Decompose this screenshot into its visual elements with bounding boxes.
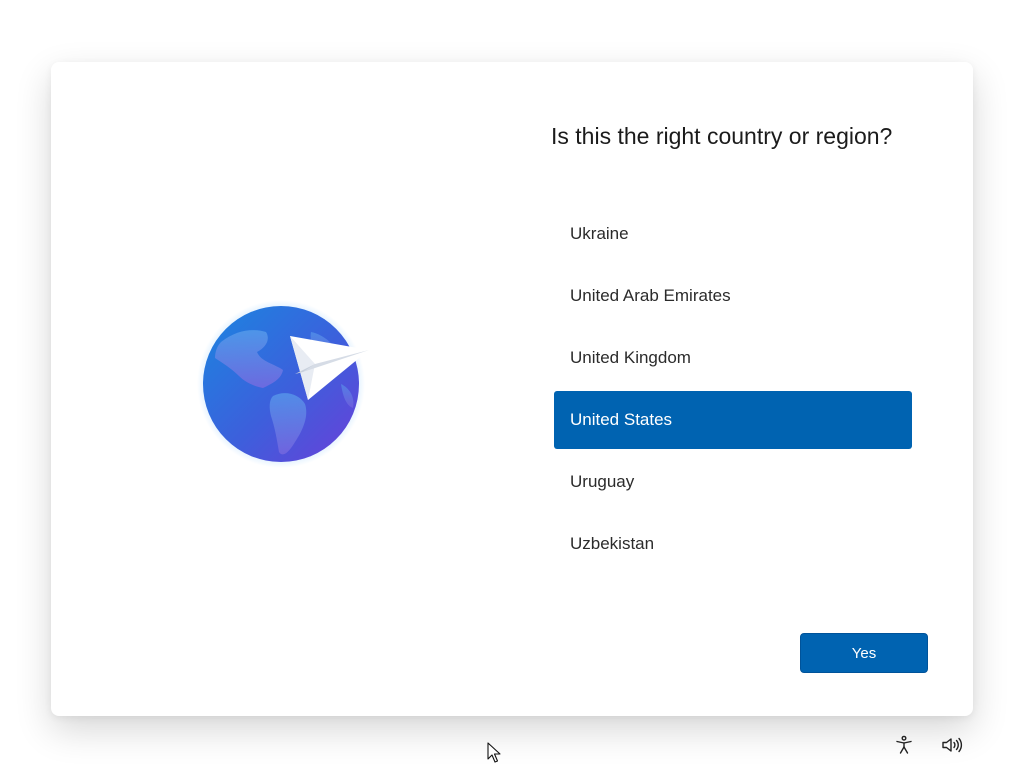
country-option-united-arab-emirates[interactable]: United Arab Emirates xyxy=(554,267,912,325)
country-option-ukraine[interactable]: Ukraine xyxy=(554,205,912,263)
globe-paper-plane-illustration xyxy=(191,292,391,492)
country-list[interactable]: Ukraine United Arab Emirates United King… xyxy=(554,205,912,577)
country-option-united-states[interactable]: United States xyxy=(554,391,912,449)
mouse-cursor-icon xyxy=(487,742,501,764)
setup-card: Is this the right country or region? Ukr… xyxy=(51,62,973,716)
country-option-united-kingdom[interactable]: United Kingdom xyxy=(554,329,912,387)
country-option-uruguay[interactable]: Uruguay xyxy=(554,453,912,511)
oobe-screen: Is this the right country or region? Ukr… xyxy=(0,0,1024,768)
yes-button[interactable]: Yes xyxy=(800,633,928,673)
country-option-uzbekistan[interactable]: Uzbekistan xyxy=(554,515,912,573)
page-title: Is this the right country or region? xyxy=(551,123,893,150)
accessibility-icon[interactable] xyxy=(893,734,915,756)
volume-icon[interactable] xyxy=(941,734,963,756)
